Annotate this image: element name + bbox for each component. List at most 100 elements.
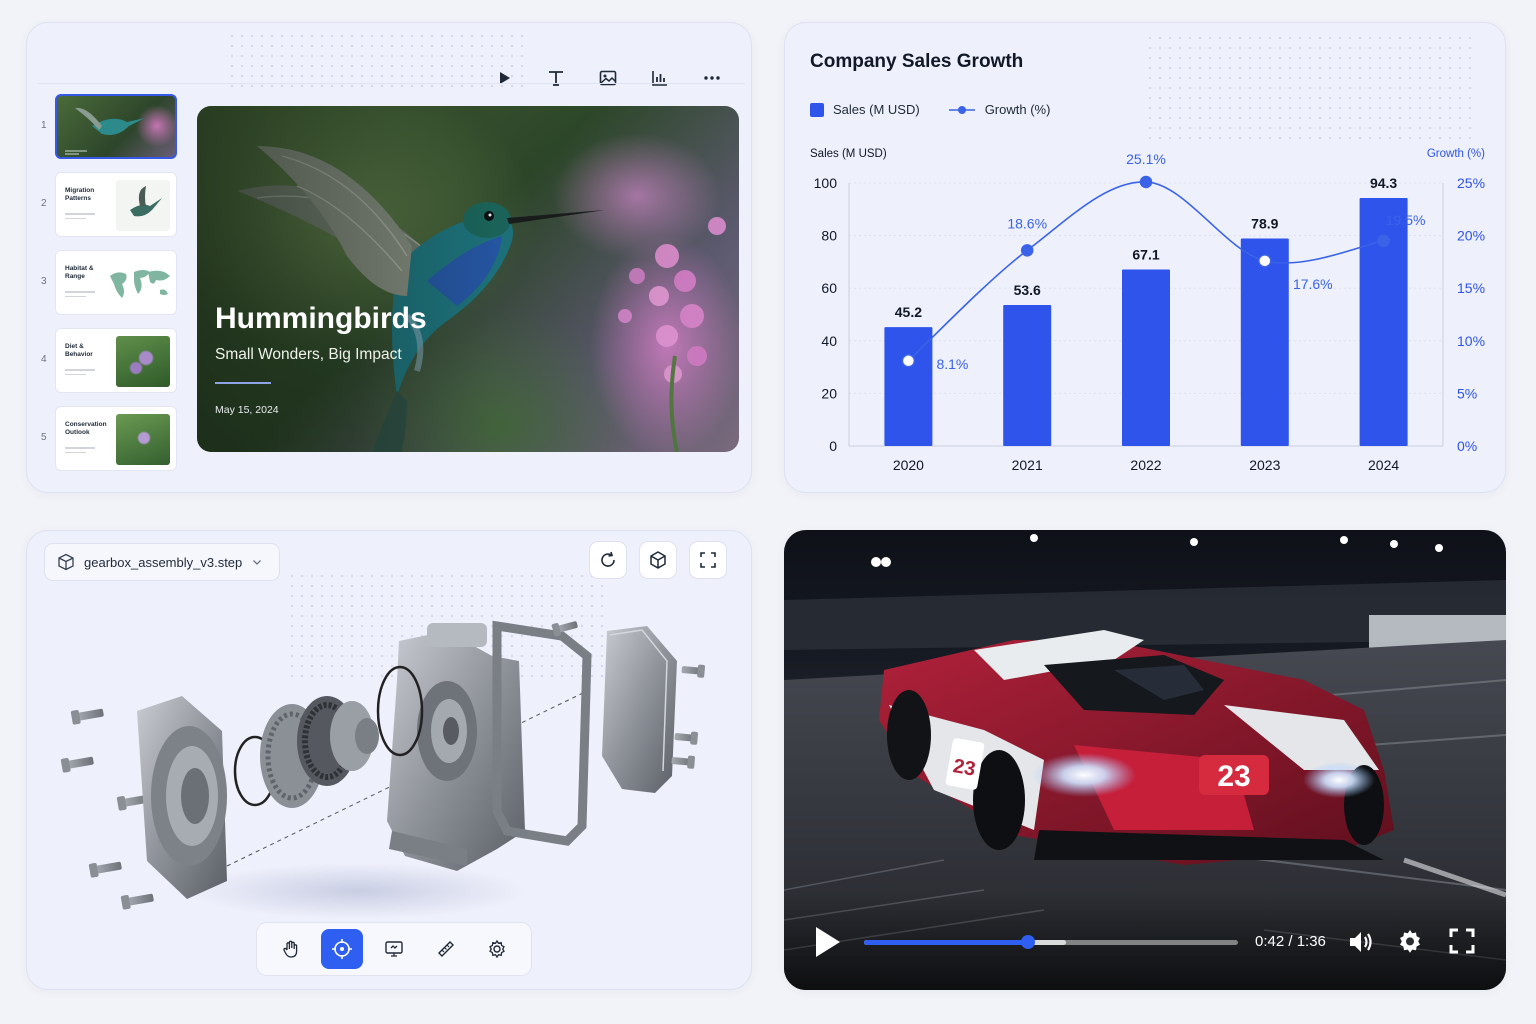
thumbnail-number: 4 xyxy=(41,354,47,365)
y-tick-label: 40 xyxy=(821,333,837,349)
growth-point-2020 xyxy=(901,354,916,368)
bar-value-label: 78.9 xyxy=(1251,215,1278,231)
y-tick-label: 60 xyxy=(821,280,837,296)
growth-value-label: 19.5% xyxy=(1386,212,1426,228)
thumbnail-number: 5 xyxy=(41,432,47,443)
thumbnail-row-4: 4 Diet & Behavior xyxy=(37,328,177,393)
x-tick-label: 2023 xyxy=(1249,457,1280,473)
y2-tick-label: 0% xyxy=(1457,438,1477,454)
presentation-editor-panel: 1 2 Migration Patterns 3 Habitat & Range… xyxy=(26,22,752,493)
sales-chart-panel: Company Sales Growth Sales (M USD) Growt… xyxy=(784,22,1506,493)
growth-value-label: 8.1% xyxy=(936,356,968,372)
pan-tool-button[interactable] xyxy=(270,929,312,969)
cad-toolbar xyxy=(256,922,532,976)
thumbnail-lines xyxy=(65,447,95,456)
growth-point-2022 xyxy=(1139,175,1153,189)
x-tick-label: 2021 xyxy=(1012,457,1043,473)
slide-thumbnail-1[interactable] xyxy=(55,94,177,159)
y-tick-label: 80 xyxy=(821,228,837,244)
slide-thumbnail-2[interactable]: Migration Patterns xyxy=(55,172,177,237)
slide-shade-overlay xyxy=(197,106,739,452)
bar-value-label: 94.3 xyxy=(1370,175,1397,191)
presentation-icon xyxy=(385,941,403,957)
slide-thumbnail-4[interactable]: Diet & Behavior xyxy=(55,328,177,393)
thumbnail-title: Migration Patterns xyxy=(65,187,95,203)
play-button[interactable] xyxy=(814,925,842,964)
slide-subtitle: Small Wonders, Big Impact xyxy=(215,346,402,363)
thumbnail-title: Diet & Behavior xyxy=(65,343,93,359)
thumbnail-title: Conservation Outlook xyxy=(65,421,107,437)
y2-axis-title: Growth (%) xyxy=(1427,148,1485,160)
slide-thumbnail-3[interactable]: Habitat & Range xyxy=(55,250,177,315)
x-tick-label: 2022 xyxy=(1130,457,1161,473)
car-number: 23 xyxy=(1217,760,1250,793)
fullscreen-button[interactable] xyxy=(689,541,727,579)
main-slide-canvas[interactable]: Hummingbirds Small Wonders, Big Impact M… xyxy=(197,106,739,452)
progress-scrubber[interactable] xyxy=(1020,935,1035,949)
crosshair-icon xyxy=(332,939,353,959)
y2-tick-label: 5% xyxy=(1457,385,1477,401)
fullscreen-icon xyxy=(700,552,716,568)
viewer-actions xyxy=(589,541,727,579)
dot-pattern xyxy=(227,31,527,91)
present-tool-button[interactable] xyxy=(373,929,415,969)
chevron-down-icon xyxy=(253,560,262,565)
thumbnail-row-5: 5 Conservation Outlook xyxy=(37,406,177,471)
slide-title: Hummingbirds xyxy=(215,302,427,335)
bar-2021 xyxy=(1003,305,1052,446)
thumbnail-lines xyxy=(65,213,95,222)
video-progress-bar[interactable] xyxy=(864,935,1238,949)
y2-tick-label: 20% xyxy=(1457,228,1485,244)
slide-thumbnail-5[interactable]: Conservation Outlook xyxy=(55,406,177,471)
slide-divider xyxy=(215,382,271,384)
slide-date: May 15, 2024 xyxy=(215,404,279,416)
y-tick-label: 20 xyxy=(821,385,837,401)
measure-tool-button[interactable] xyxy=(425,929,467,969)
file-name: gearbox_assembly_v3.step xyxy=(84,554,243,570)
y-tick-label: 100 xyxy=(814,175,838,191)
fullscreen-button[interactable] xyxy=(1449,928,1475,959)
model-shadow xyxy=(187,863,527,919)
stadium-lights xyxy=(871,534,1443,567)
hummingbird-thumbnail-icon xyxy=(65,107,145,155)
bar-2023 xyxy=(1240,238,1289,446)
growth-point-2024 xyxy=(1377,234,1390,248)
view-cube-button[interactable] xyxy=(639,541,677,579)
volume-button[interactable] xyxy=(1347,928,1375,961)
thumbnail-row-1: 1 xyxy=(37,94,177,159)
thumbnail-row-3: 3 Habitat & Range xyxy=(37,250,177,315)
y-axis-title: Sales (M USD) xyxy=(810,148,887,160)
settings-button[interactable] xyxy=(1396,928,1424,961)
y-tick-label: 0 xyxy=(829,438,837,454)
thumbnail-number: 1 xyxy=(41,120,47,131)
growth-value-label: 17.6% xyxy=(1293,276,1333,292)
thumbnail-lines xyxy=(65,291,95,300)
ruler-icon xyxy=(437,941,454,957)
sales-growth-chart: 0 20 40 60 80 100 0% 5% 10% 15% 20% 25% Sales (M USD… xyxy=(810,148,1485,473)
growth-point-2021 xyxy=(1020,244,1034,257)
gear-icon xyxy=(1400,930,1420,953)
plant-photo-icon xyxy=(116,414,170,465)
cad-viewer-panel: gearbox_assembly_v3.step xyxy=(26,530,752,990)
car-side-number: 23 xyxy=(951,755,977,781)
refresh-button[interactable] xyxy=(589,541,627,579)
settings-tool-button[interactable] xyxy=(476,929,518,969)
growth-value-label: 25.1% xyxy=(1126,151,1166,167)
video-time: 0:42 / 1:36 xyxy=(1255,933,1326,950)
bar-value-label: 45.2 xyxy=(895,304,922,320)
world-map-icon xyxy=(110,270,170,298)
x-tick-label: 2024 xyxy=(1368,457,1399,473)
play-icon xyxy=(816,927,840,957)
cover-plate xyxy=(602,626,677,793)
hummingbird-sketch-icon xyxy=(116,180,170,231)
select-tool-button[interactable] xyxy=(321,929,364,969)
refresh-icon xyxy=(601,551,615,567)
thumbnail-number: 2 xyxy=(41,198,47,209)
hand-icon xyxy=(283,940,298,958)
bar-value-label: 53.6 xyxy=(1014,282,1041,298)
fullscreen-icon xyxy=(1449,928,1475,954)
x-tick-label: 2020 xyxy=(893,457,924,473)
thumbnail-lines xyxy=(65,369,95,378)
flower-photo-icon xyxy=(116,336,170,387)
file-selector[interactable]: gearbox_assembly_v3.step xyxy=(44,543,281,581)
